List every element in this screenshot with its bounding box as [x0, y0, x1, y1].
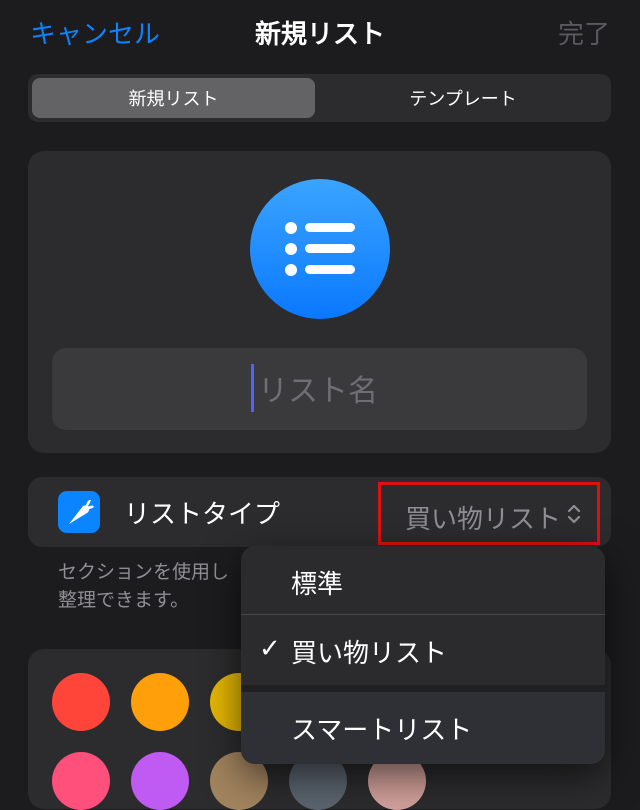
list-type-menu: 標準 ✓ 買い物リスト スマートリスト — [241, 546, 605, 764]
chevron-up-down-icon — [565, 502, 583, 526]
text-cursor — [251, 364, 254, 412]
segmented-control: 新規リスト テンプレート — [28, 74, 611, 122]
list-header-card: リスト名 — [28, 151, 611, 453]
color-swatch[interactable] — [52, 673, 110, 731]
list-bullet-icon[interactable] — [250, 179, 390, 319]
menu-item-standard[interactable]: 標準 — [241, 546, 605, 614]
done-button[interactable]: 完了 — [558, 14, 610, 51]
checkmark-icon: ✓ — [259, 634, 281, 664]
menu-item-smart-list[interactable]: スマートリスト — [241, 692, 605, 764]
color-swatch[interactable] — [52, 752, 110, 810]
list-name-input[interactable]: リスト名 — [52, 348, 587, 430]
page-title: 新規リスト — [254, 20, 385, 50]
list-type-value: 買い物リスト — [405, 505, 562, 535]
list-type-row: リストタイプ 買い物リスト — [28, 477, 611, 547]
segment-new-list[interactable]: 新規リスト — [32, 78, 315, 118]
color-swatch[interactable] — [131, 752, 189, 810]
list-type-label: リストタイプ — [124, 500, 281, 530]
segment-template[interactable]: テンプレート — [319, 78, 607, 118]
menu-divider — [241, 685, 605, 692]
menu-item-shopping-list[interactable]: ✓ 買い物リスト — [241, 615, 605, 685]
color-swatch[interactable] — [131, 673, 189, 731]
list-type-select[interactable]: 買い物リスト — [378, 482, 600, 545]
menu-item-label: 買い物リスト — [291, 639, 448, 669]
carrot-icon — [58, 491, 100, 533]
menu-item-label: スマートリスト — [291, 716, 473, 746]
list-name-placeholder: リスト名 — [258, 374, 378, 409]
menu-item-label: 標準 — [291, 570, 344, 600]
list-type-description: セクションを使用し 整理できます。 — [58, 561, 230, 611]
